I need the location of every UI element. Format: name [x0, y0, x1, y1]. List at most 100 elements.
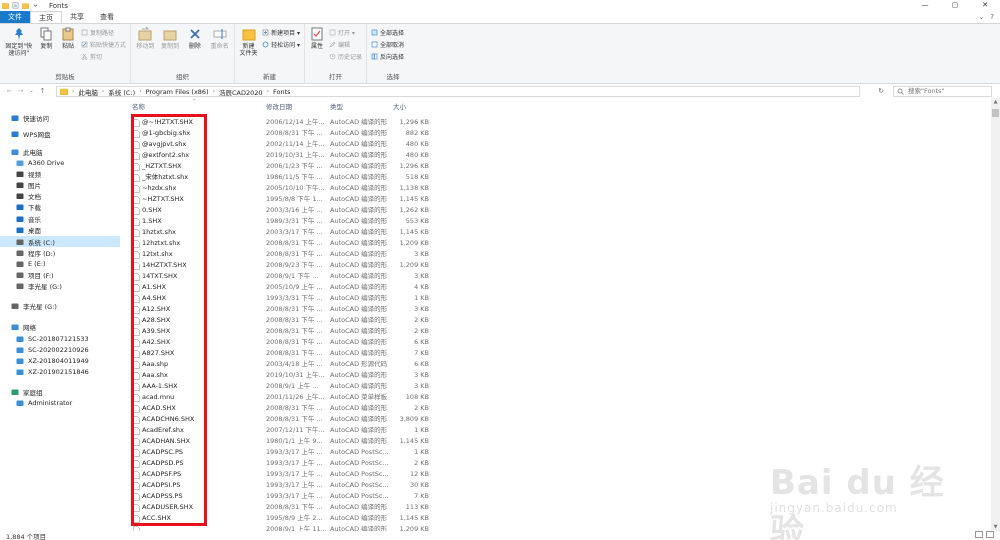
nav-item[interactable]: 桌面	[0, 224, 120, 235]
file-row[interactable]: @extfont2.shx 2019/10/31 上午... AutoCAD 编译的…	[130, 150, 990, 161]
nav-item[interactable]: 家庭组	[0, 386, 120, 397]
nav-item[interactable]: 项目 (F:)	[0, 269, 120, 280]
nav-item[interactable]: 文档	[0, 190, 120, 201]
file-row[interactable]: 14HZTXT.SHX 2008/9/23 下午 ... AutoCAD 编译的形 1…	[130, 260, 990, 271]
file-row[interactable]: _HZTXT.SHX 2006/1/23 下午 ... AutoCAD 编译的形 1,…	[130, 161, 990, 172]
select-all-button[interactable]: 全部选择	[371, 28, 404, 37]
file-row[interactable]: _宋体hztxt.shx 1986/11/5 下午 ... AutoCAD 编译的形…	[130, 172, 990, 183]
cut-button[interactable]: 剪切	[81, 52, 126, 61]
file-row[interactable]: 1.SHX 1989/3/31 下午 ... AutoCAD 编译的形 553 KB	[130, 216, 990, 227]
file-row[interactable]: 1hztxt.shx 2003/3/17 下午 ... AutoCAD 编译的形 1,…	[130, 227, 990, 238]
nav-item[interactable]: 网络	[0, 321, 120, 332]
tab-file[interactable]: 文件	[0, 11, 30, 23]
file-row[interactable]: AAA-1.SHX 2008/9/1 上午 ... AutoCAD 编译的形 3 KB	[130, 381, 990, 392]
details-view-icon[interactable]	[975, 531, 983, 538]
nav-item[interactable]: 视频	[0, 168, 120, 179]
paste-shortcut-button[interactable]: 粘贴快捷方式	[81, 40, 126, 49]
nav-item[interactable]: 下载	[0, 201, 120, 212]
file-row[interactable]: AcadEref.shx 2007/12/11 下午... AutoCAD 编译的形…	[130, 425, 990, 436]
scroll-up-icon[interactable]: ▲	[991, 98, 1000, 107]
new-folder-icon[interactable]	[22, 2, 29, 9]
file-row[interactable]: A39.SHX 2008/8/31 下午 ... AutoCAD 编译的形 2 KB	[130, 326, 990, 337]
breadcrumb-gstarcad[interactable]: 浩辰CAD2020	[219, 87, 263, 97]
file-row[interactable]: ACADHAN.SHX 1980/1/1 上午 9... AutoCAD 编译的形 1…	[130, 436, 990, 447]
edit-button[interactable]: 编辑	[329, 40, 362, 49]
file-row[interactable]: ~HZTXT.SHX 1995/8/8 下午 1... AutoCAD 编译的形 1,…	[130, 194, 990, 205]
nav-item[interactable]: 李光星 (G:)	[0, 300, 120, 311]
file-row[interactable]: A28.SHX 2008/8/31 下午 ... AutoCAD 编译的形 2 KB	[130, 315, 990, 326]
history-button[interactable]: 历史记录	[329, 52, 362, 61]
properties-icon[interactable]	[12, 2, 19, 9]
tab-home[interactable]: 主页	[30, 11, 62, 23]
file-row[interactable]: A12.SHX 2008/8/31 下午 ... AutoCAD 编译的形 3 KB	[130, 304, 990, 315]
tab-view[interactable]: 查看	[92, 11, 122, 23]
select-none-button[interactable]: 全部取消	[371, 40, 404, 49]
file-row[interactable]: acad.mnu 2001/11/26 上午... AutoCAD 菜单样板 108 …	[130, 392, 990, 403]
file-row[interactable]: A827.SHX 2008/8/31 下午 ... AutoCAD 编译的形 7 KB	[130, 348, 990, 359]
nav-item[interactable]: 李光星 (G:)	[0, 280, 120, 291]
scrollbar-thumb[interactable]	[992, 109, 999, 117]
file-row[interactable]: Aaa.shx 2019/10/31 上午... AutoCAD 编译的形 3 KB	[130, 370, 990, 381]
tab-share[interactable]: 共享	[62, 11, 92, 23]
breadcrumb-separator-icon[interactable]: ›	[267, 88, 269, 95]
column-header-type[interactable]: 类型	[330, 102, 390, 113]
file-row[interactable]: ACADCHN6.SHX 2008/8/31 下午 ... AutoCAD 编译的形…	[130, 414, 990, 425]
file-row[interactable]: A1.SHX 2005/10/9 上午 ... AutoCAD 编译的形 4 KB	[130, 282, 990, 293]
breadcrumb-fonts[interactable]: Fonts	[273, 88, 291, 96]
recent-locations-chevron-icon[interactable]: ⌄	[26, 88, 37, 94]
up-icon[interactable]: ↑	[37, 87, 48, 95]
vertical-scrollbar[interactable]: ▲ ▼	[991, 98, 1000, 532]
file-row[interactable]: 14TXT.SHX 2008/9/1 下午 ... AutoCAD 编译的形 3 KB	[130, 271, 990, 282]
search-input[interactable]: 搜索"Fonts"	[893, 86, 992, 97]
file-row[interactable]: Aaa.shp 2003/4/18 上午 ... AutoCAD 形源代码 6 KB	[130, 359, 990, 370]
back-icon[interactable]: ←	[4, 87, 15, 95]
breadcrumb-separator-icon[interactable]: ›	[213, 88, 215, 95]
file-row[interactable]: @1-gbcbig.shx 2008/8/31 下午 ... AutoCAD 编译的…	[130, 128, 990, 139]
column-header-size[interactable]: 大小	[393, 102, 433, 113]
nav-item[interactable]: 程序 (D:)	[0, 247, 120, 258]
nav-item[interactable]: 图片	[0, 179, 120, 190]
address-bar[interactable]: › 此电脑 › 系统 (C:) › Program Files (x86) › …	[56, 86, 860, 97]
copy-path-button[interactable]: 复制路径	[81, 28, 126, 37]
maximize-button[interactable]: ▢	[940, 0, 970, 11]
invert-selection-button[interactable]: 反向选择	[371, 52, 404, 61]
help-icon[interactable]: ?	[990, 13, 994, 21]
nav-item[interactable]: 快速访问	[0, 112, 120, 123]
breadcrumb-this-pc[interactable]: 此电脑	[78, 87, 98, 97]
file-row[interactable]: 12hztxt.shx 2008/8/31 下午 ... AutoCAD 编译的形 1…	[130, 238, 990, 249]
nav-item[interactable]: 系统 (C:)	[0, 236, 120, 247]
file-row[interactable]: ACAD.SHX 2008/8/31 下午 ... AutoCAD 编译的形 2 KB	[130, 403, 990, 414]
file-row[interactable]: ~hzdx.shx 2005/10/10 下午... AutoCAD 编译的形 1,1…	[130, 183, 990, 194]
nav-item[interactable]: E (E:)	[0, 258, 120, 269]
column-header-name[interactable]: 名称	[132, 102, 262, 113]
file-row[interactable]: 12txt.shx 2008/8/31 下午 ... AutoCAD 编译的形 3 K…	[130, 249, 990, 260]
nav-item[interactable]: 此电脑	[0, 146, 120, 157]
easy-access-button[interactable]: 轻松访问 ▾	[262, 40, 300, 49]
chevron-down-icon[interactable]	[32, 2, 39, 9]
file-row[interactable]: 0.SHX 2003/3/16 上午 ... AutoCAD 编译的形 1,262 K…	[130, 205, 990, 216]
nav-item[interactable]: SC-201807121533	[0, 333, 120, 344]
breadcrumb-system-c[interactable]: 系统 (C:)	[108, 87, 135, 97]
open-button[interactable]: 打开 ▾	[329, 28, 362, 37]
close-button[interactable]: ✕	[970, 0, 1000, 11]
nav-item[interactable]: Administrator	[0, 397, 120, 408]
nav-item[interactable]: SC-202002210926	[0, 344, 120, 355]
nav-item[interactable]: XZ-201804011949	[0, 355, 120, 366]
file-row[interactable]: @~!HZTXT.SHX 2006/12/14 上午... AutoCAD 编译的形…	[130, 117, 990, 128]
breadcrumb-program-files[interactable]: Program Files (x86)	[146, 88, 209, 96]
nav-item[interactable]: XZ-201902151846	[0, 366, 120, 377]
forward-icon[interactable]: →	[15, 87, 26, 95]
breadcrumb-separator-icon[interactable]: ›	[139, 88, 141, 95]
file-row[interactable]: A42.SHX 2008/8/31 下午 ... AutoCAD 编译的形 6 KB	[130, 337, 990, 348]
minimize-button[interactable]: —	[910, 0, 940, 11]
refresh-icon[interactable]: ↻	[875, 86, 887, 97]
nav-item[interactable]: A360 Drive	[0, 157, 120, 168]
column-header-date[interactable]: 修改日期	[266, 102, 326, 113]
file-row[interactable]: A4.SHX 1993/3/31 下午 ... AutoCAD 编译的形 1 KB	[130, 293, 990, 304]
nav-item[interactable]: WPS网盘	[0, 128, 120, 139]
nav-item[interactable]: 音乐	[0, 213, 120, 224]
new-item-button[interactable]: 新建项目 ▾	[262, 28, 300, 37]
chevron-down-icon[interactable]: ⌄	[978, 13, 984, 21]
breadcrumb-separator-icon[interactable]: ›	[102, 88, 104, 95]
file-row[interactable]: @avgjpvt.shx 2002/11/14 上午... AutoCAD 编译的形…	[130, 139, 990, 150]
